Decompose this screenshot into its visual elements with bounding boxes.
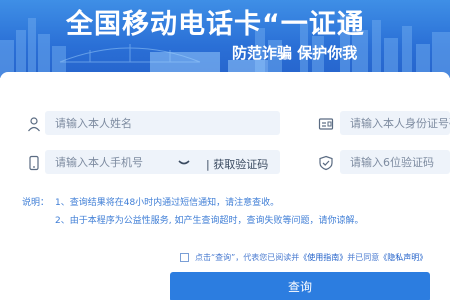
name-input[interactable]: [55, 116, 280, 130]
instruction-item: 1、查询结果将在48小时内通过短信通知，请注意查收。: [55, 198, 280, 208]
verification-code-input[interactable]: [350, 155, 450, 169]
agree-checkbox[interactable]: [180, 253, 189, 262]
agreement-row: 点击“查询”，代表您已阅读并 《使用指南》 并已同意 《隐私声明》: [180, 252, 427, 263]
phone-icon: [26, 155, 42, 171]
toggle-chevron-icon[interactable]: [176, 155, 192, 171]
banner-title: 全国移动电话卡“一证通: [66, 9, 365, 40]
query-button[interactable]: 查询: [170, 272, 430, 300]
agreement-middle-text: 并已同意: [347, 253, 380, 262]
form-card: [0, 72, 450, 300]
verification-code-field[interactable]: [340, 150, 450, 174]
instructions-label: 说明：: [22, 198, 50, 208]
name-field[interactable]: [45, 111, 280, 135]
phone-input[interactable]: [55, 155, 175, 169]
get-code-button[interactable]: | 获取验证码: [206, 156, 268, 172]
id-number-field[interactable]: [340, 111, 450, 135]
user-icon: [26, 116, 42, 132]
banner-subtitle: 防范诈骗 保护你我: [232, 44, 358, 62]
usage-guide-link[interactable]: 《使用指南》: [299, 252, 347, 263]
top-banner: 全国移动电话卡“一证通 防范诈骗 保护你我: [0, 0, 450, 78]
instruction-item: 2、由于本程序为公益性服务, 如产生查询超时，查询失败等问题，请你谅解。: [55, 216, 364, 226]
privacy-statement-link[interactable]: 《隐私声明》: [379, 252, 427, 263]
id-number-input[interactable]: [350, 116, 450, 130]
id-card-icon: [318, 116, 334, 132]
agreement-text: 点击“查询”，代表您已阅读并: [195, 253, 300, 262]
shield-check-icon: [318, 155, 334, 171]
